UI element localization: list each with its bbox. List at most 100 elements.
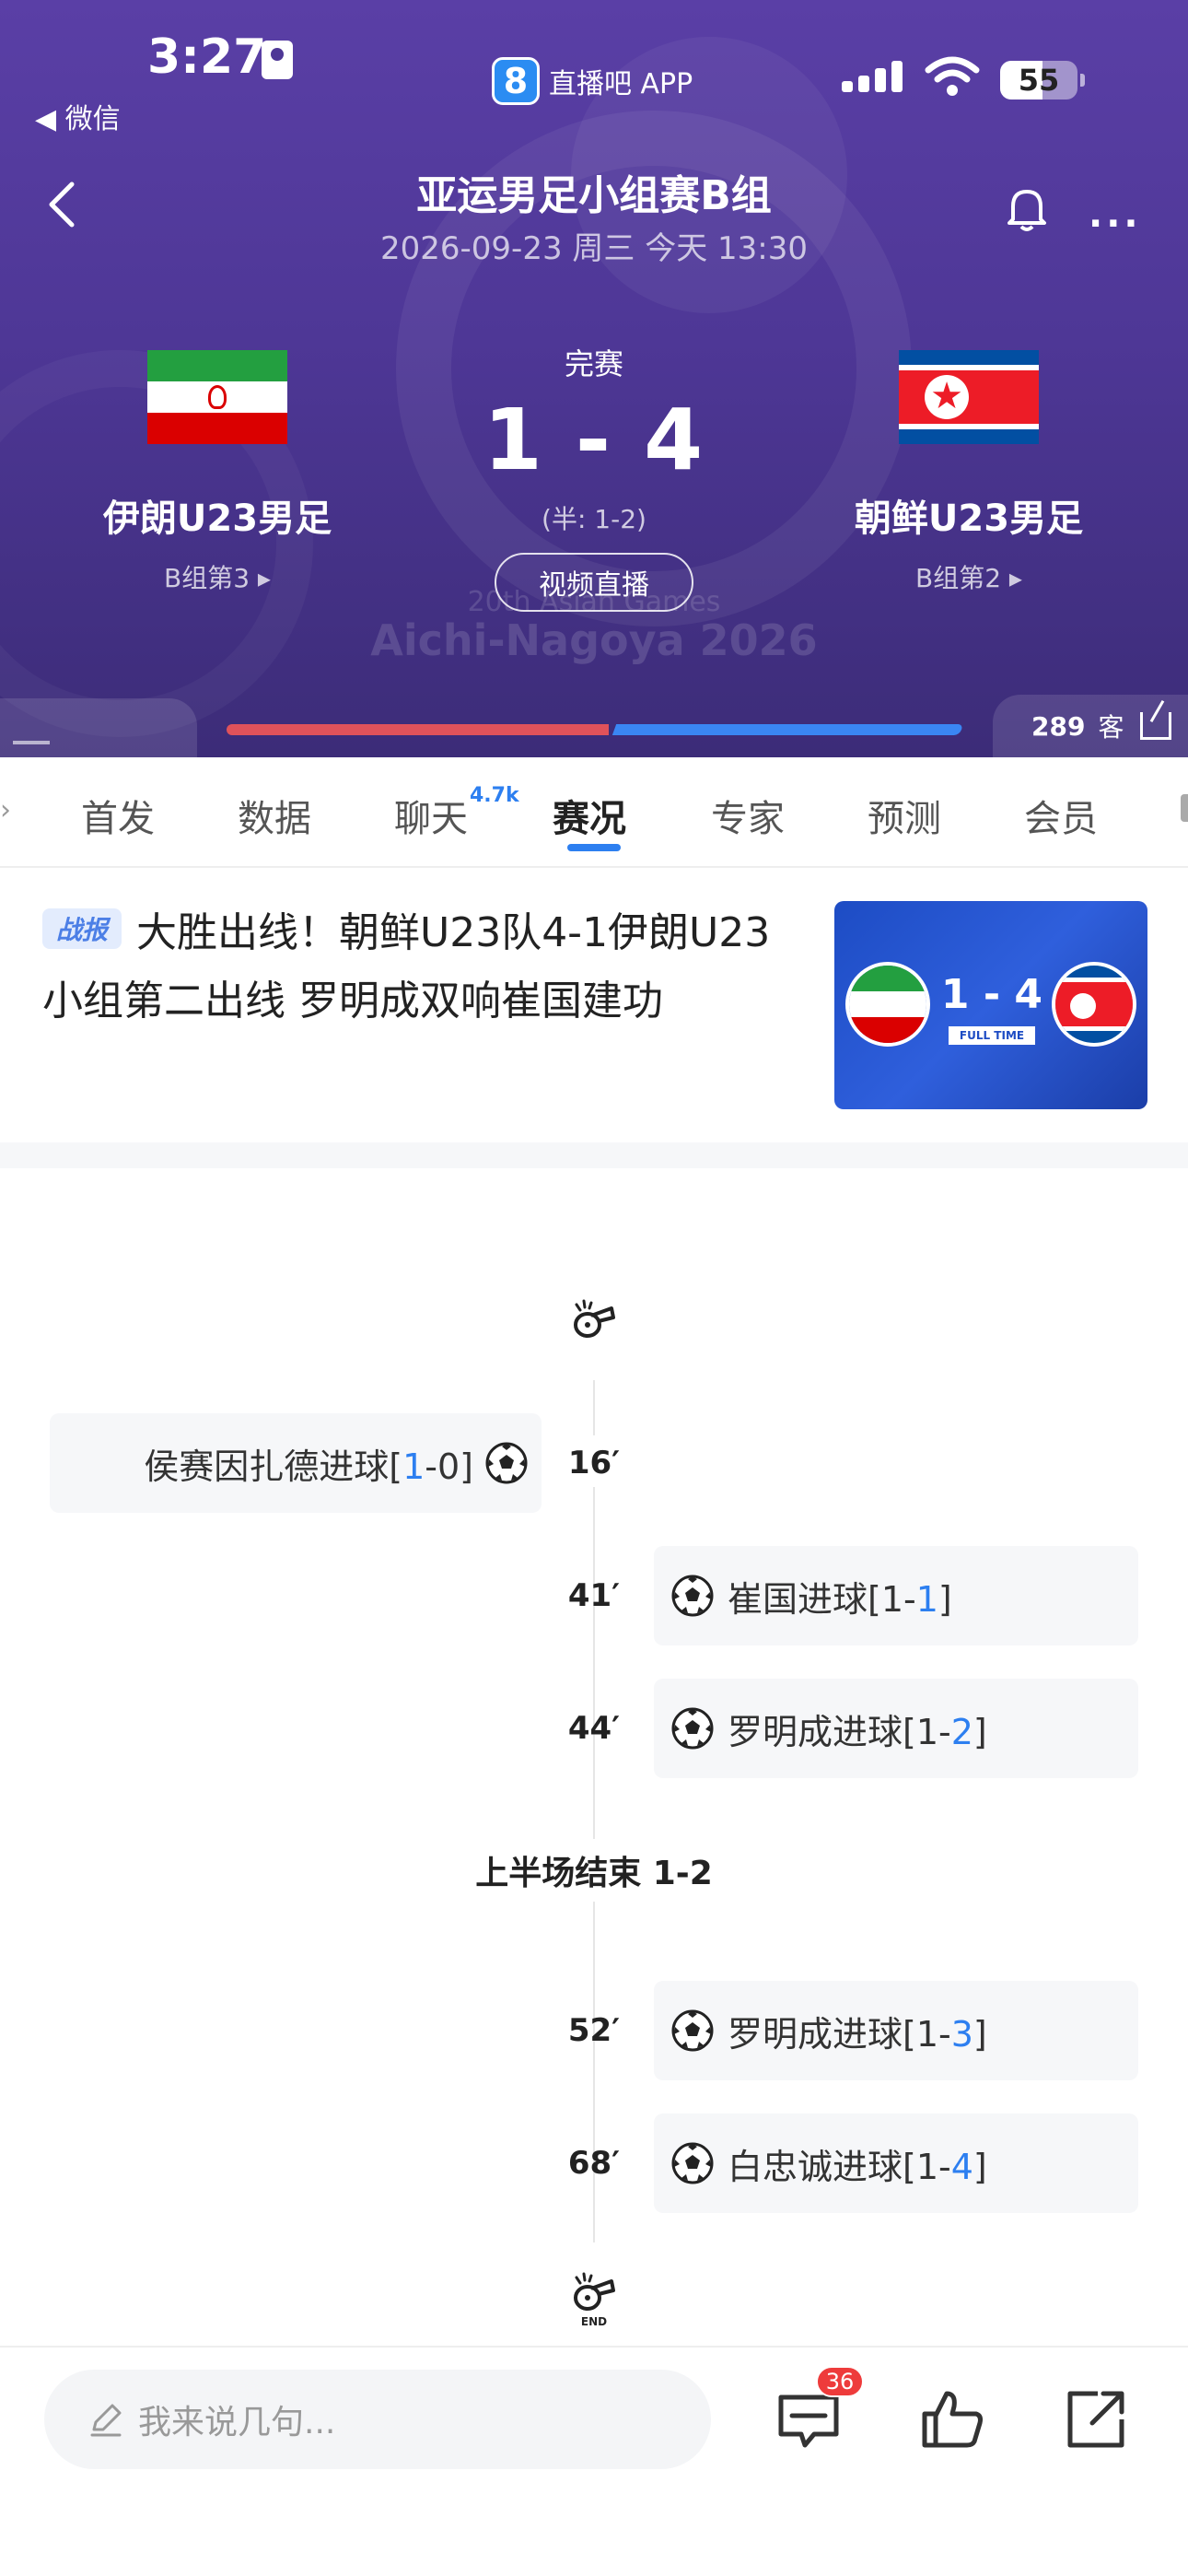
thumbnail-label: FULL TIME: [949, 1026, 1035, 1045]
thumbnail-score: 1 - 4: [940, 971, 1043, 1018]
tab-scroll-edge: [1181, 794, 1188, 822]
tab-prediction[interactable]: 预测: [868, 789, 941, 842]
match-header: 20th Asian Games Aichi-Nagoya 2026 3:27 …: [0, 0, 1188, 757]
tab-stats[interactable]: 数据: [238, 789, 311, 842]
iran-flag-icon: [845, 962, 930, 1047]
goal-event-away[interactable]: 罗明成进球[1-3]: [654, 1981, 1138, 2080]
tab-label: 数据: [238, 798, 311, 840]
event-minute: 68′: [567, 2145, 621, 2182]
thumbs-up-icon[interactable]: [917, 2384, 987, 2454]
video-live-button[interactable]: 视频直播: [495, 553, 693, 612]
match-status: 完赛: [564, 346, 623, 381]
share-icon: [1140, 712, 1172, 740]
tab-label: 聊天: [394, 798, 468, 840]
home-support-bar: [227, 724, 609, 735]
viewer-count: 289: [1031, 710, 1086, 742]
final-score: 1 - 4: [483, 391, 705, 489]
watermark-line2: Aichi-Nagoya 2026: [370, 615, 818, 665]
soccer-ball-icon: [485, 1442, 528, 1484]
soccer-ball-icon: [671, 1575, 714, 1617]
wifi-icon: [925, 56, 980, 96]
app-root: 20th Asian Games Aichi-Nagoya 2026 3:27 …: [0, 0, 1188, 2576]
status-bar: 3:27 ◀ 微信 8 直播吧 APP 55: [0, 0, 1188, 135]
event-minute: 16′: [567, 1445, 621, 1481]
comment-placeholder: 我来说几句...: [138, 2404, 336, 2441]
bottom-action-bar: 我来说几句... 36: [0, 2346, 1188, 2576]
away-team-rank[interactable]: B组第2 ▸: [803, 558, 1135, 595]
home-team-rank[interactable]: B组第3 ▸: [52, 558, 383, 595]
viewer-label: 客: [1098, 712, 1124, 743]
app-logo-icon: 8: [492, 57, 540, 105]
event-timeline: 侯赛因扎德进球[1-0] 16′ 41′ 崔国进球[1-1] 44′ 罗明成进球…: [0, 1168, 1188, 2348]
tab-label: 预测: [868, 798, 941, 840]
viewers-panel[interactable]: 289 客: [993, 695, 1188, 757]
tab-label: 赛况: [553, 798, 626, 840]
bell-icon[interactable]: [1004, 184, 1050, 234]
tab-live-events[interactable]: 赛况: [553, 789, 626, 842]
back-to-app-link[interactable]: ◀ 微信: [35, 96, 121, 136]
half-time-score: (半: 1-2): [542, 504, 646, 534]
event-text: 罗明成进球[1-3]: [728, 2013, 987, 2055]
event-text: 白忠诚进球[1-4]: [728, 2146, 987, 2187]
goal-event-away[interactable]: 白忠诚进球[1-4]: [654, 2113, 1138, 2213]
chart-icon: [13, 717, 50, 744]
clock: 3:27: [147, 29, 267, 85]
more-options-icon[interactable]: ···: [1089, 203, 1142, 245]
support-bar: 289 客: [0, 689, 1188, 757]
home-team-name: 伊朗U23男足: [102, 498, 332, 540]
event-minute: 44′: [567, 1710, 621, 1747]
tab-membership[interactable]: 会员: [1024, 789, 1098, 842]
soccer-ball-icon: [671, 2142, 714, 2184]
active-tab-indicator: [567, 844, 621, 851]
report-headline: 大胜出线！朝鲜U23队4-1伊朗U23小组第二出线 罗明成双响崔国建功: [42, 909, 771, 1025]
event-minute: 41′: [567, 1577, 621, 1614]
battery-icon: 55: [1000, 61, 1085, 100]
comment-count-badge: 36: [816, 2366, 864, 2397]
event-text: 罗明成进球[1-2]: [728, 1711, 987, 1752]
away-team[interactable]: ★ 朝鲜U23男足 B组第2 ▸: [803, 350, 1135, 595]
battery-level: 55: [1018, 63, 1060, 98]
soccer-ball-icon: [671, 1707, 714, 1750]
share-icon[interactable]: [1061, 2384, 1131, 2454]
cellular-signal-icon: [842, 61, 904, 92]
home-team[interactable]: 伊朗U23男足 B组第3 ▸: [52, 350, 383, 595]
away-team-name: 朝鲜U23男足: [854, 498, 1084, 540]
tab-scroll-edge: ›: [0, 794, 11, 826]
nav-bar: 亚运男足小组赛B组 2026-09-23 周三 今天 13:30 ···: [0, 157, 1188, 276]
iran-flag-icon: [147, 350, 287, 444]
tab-chat[interactable]: 聊天4.7k: [394, 784, 519, 842]
left-panel-tab[interactable]: [0, 698, 197, 757]
goal-event-away[interactable]: 崔国进球[1-1]: [654, 1546, 1138, 1645]
app-name: 直播吧 APP: [549, 68, 693, 100]
tab-label: 会员: [1024, 798, 1098, 840]
goal-event-away[interactable]: 罗明成进球[1-2]: [654, 1679, 1138, 1778]
goal-event-home[interactable]: 侯赛因扎德进球[1-0]: [50, 1413, 542, 1513]
north-korea-flag-icon: ★: [899, 350, 1039, 444]
end-label: END: [581, 2315, 607, 2327]
contact-card-icon: [262, 41, 293, 79]
divider: [0, 866, 1188, 868]
back-to-app-label: 微信: [64, 103, 121, 135]
report-tag: 战报: [42, 908, 122, 949]
score-block: 完赛 1 - 4 (半: 1-2) 视频直播: [456, 341, 732, 612]
tab-lineup[interactable]: 首发: [81, 789, 155, 842]
kickoff-whistle-icon: [574, 1299, 615, 1338]
report-thumbnail: 1 - 4 FULL TIME: [834, 901, 1147, 1109]
tab-experts[interactable]: 专家: [711, 789, 785, 842]
north-korea-flag-icon: [1052, 962, 1136, 1047]
match-report-card[interactable]: 大胜出线！朝鲜U23队4-1伊朗U23小组第二出线 罗明成双响崔国建功 战报 1…: [0, 870, 1188, 1142]
chat-count-badge: 4.7k: [470, 783, 519, 807]
event-minute: 52′: [567, 2012, 621, 2049]
tab-label: 专家: [711, 798, 785, 840]
halftime-marker: 上半场结束 1-2: [0, 1839, 1188, 1902]
comment-input[interactable]: 我来说几句...: [44, 2370, 711, 2469]
timeline-line: [593, 1380, 595, 1435]
tab-bar: › 首发 数据 聊天4.7k 赛况 专家 预测 会员: [0, 757, 1188, 868]
event-text: 侯赛因扎德进球[1-0]: [144, 1446, 473, 1487]
app-badge: 8 直播吧 APP: [492, 57, 693, 105]
section-divider: [0, 1142, 1188, 1168]
pencil-icon: [90, 2404, 122, 2437]
tab-label: 首发: [81, 798, 155, 840]
soccer-ball-icon: [671, 2009, 714, 2052]
full-time-whistle-icon: END: [574, 2272, 615, 2327]
